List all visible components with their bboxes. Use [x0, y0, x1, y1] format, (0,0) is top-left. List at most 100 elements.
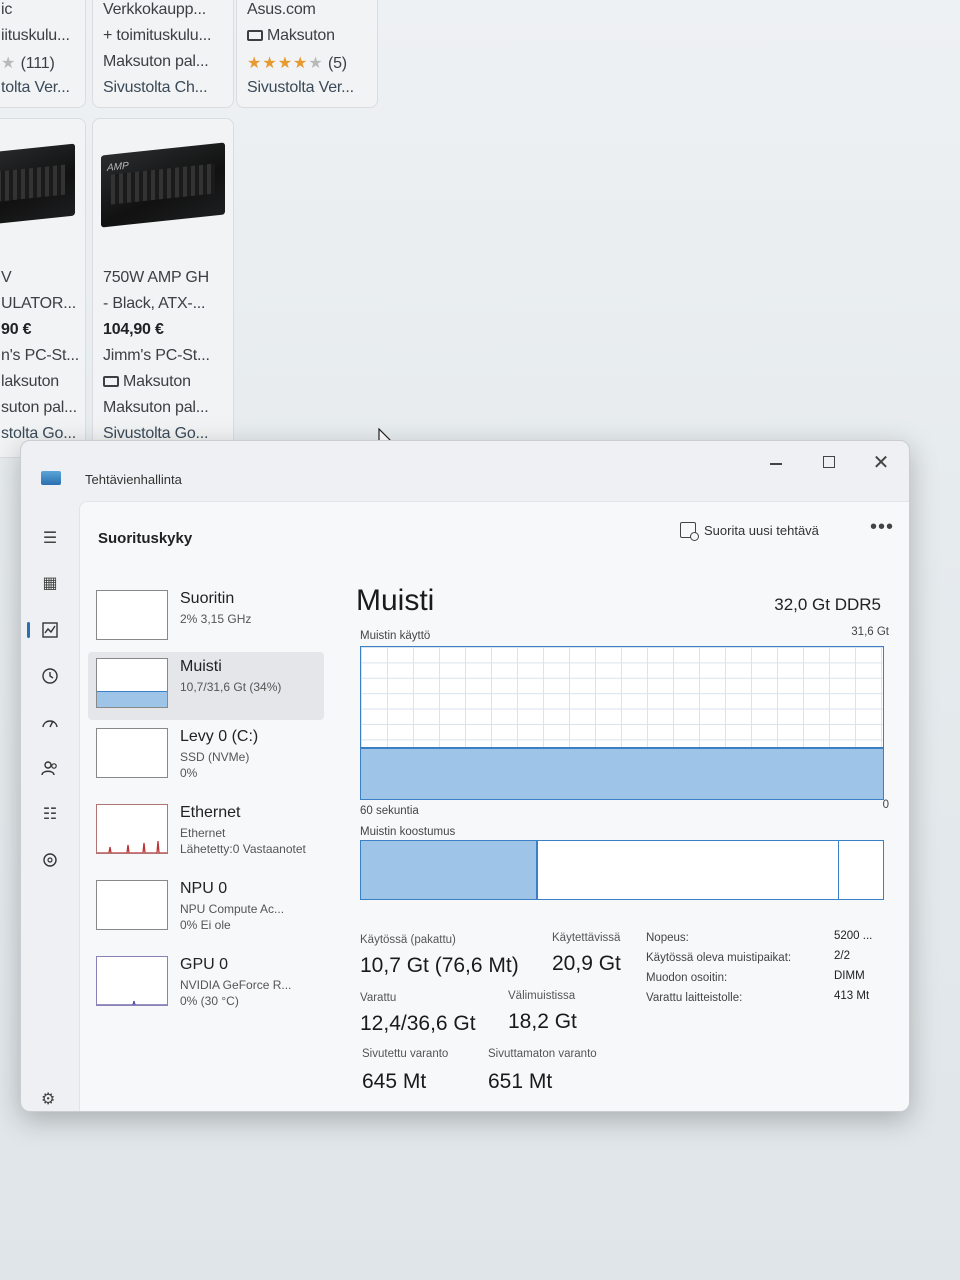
committed-label: Varattu [360, 992, 397, 1004]
slots-label: Käytössä oleva muistipaikat: [646, 952, 792, 964]
hardware-reserved-label: Varattu laitteistolle: [646, 992, 743, 1004]
cached-value: 18,2 Gt [508, 1010, 577, 1033]
minimize-button[interactable] [756, 447, 796, 477]
performance-icon[interactable] [27, 615, 65, 645]
card-shipping: Maksuton [247, 27, 335, 45]
hamburger-menu-icon[interactable]: ☰ [35, 523, 65, 553]
product-card[interactable]: AMP 750W AMP GH - Black, ATX-... 104,90 … [92, 118, 234, 458]
committed-value: 12,4/36,6 Gt [360, 1012, 476, 1035]
device-detail: Ethernet [180, 826, 226, 840]
card-title: - Black, ATX-... [103, 295, 206, 312]
card-rating: ★★★★★ (5) [247, 55, 347, 72]
device-name: GPU 0 [180, 956, 229, 973]
card-title[interactable]: 750W AMP GH [103, 269, 209, 287]
device-cpu[interactable]: Suoritin 2% 3,15 GHz [88, 584, 324, 652]
window-title: Tehtävienhallinta [85, 472, 182, 487]
card-store: Asus.com [247, 1, 316, 18]
truck-icon [103, 376, 119, 387]
truck-icon [247, 30, 263, 41]
shopping-results: ic iituskulu... ★ (111) tolta Ver... Ver… [0, 0, 400, 458]
device-npu[interactable]: NPU 0 NPU Compute Ac... 0% Ei ole [88, 874, 324, 942]
cached-label: Välimuistissa [508, 990, 576, 1002]
product-card[interactable]: Verkkokaupp... + toimituskulu... Maksuto… [92, 0, 234, 108]
device-usage: 0% [180, 766, 198, 780]
device-name: Levy 0 (C:) [180, 728, 259, 745]
card-source-link[interactable]: Sivustolta Ch... [103, 79, 208, 97]
graph-time-label: 60 sekuntia [360, 805, 419, 817]
device-detail: NVIDIA GeForce R... [180, 978, 292, 992]
card-returns: suton pal... [1, 399, 77, 416]
clock-history-icon [42, 668, 58, 684]
services-icon[interactable] [35, 845, 65, 875]
card-price: 90 € [1, 321, 32, 338]
card-title: ULATOR... [1, 295, 76, 312]
memory-spec: 32,0 Gt DDR5 [774, 595, 881, 614]
card-shipping: laksuton [1, 373, 59, 390]
users-group-icon [41, 761, 57, 776]
card-source-link[interactable]: Sivustolta Ver... [247, 79, 354, 97]
card-returns: Maksuton pal... [103, 53, 209, 70]
device-detail: 2% 3,15 GHz [180, 612, 252, 626]
device-ethernet[interactable]: Ethernet Ethernet Lähetetty:0 Vastaanote… [88, 798, 324, 866]
composition-standby [538, 841, 839, 899]
device-memory[interactable]: Muisti 10,7/31,6 Gt (34%) [88, 652, 324, 720]
device-name: NPU 0 [180, 880, 228, 897]
usage-graph-max: 31,6 Gt [851, 626, 889, 638]
card-returns: Maksuton pal... [103, 399, 209, 416]
product-card[interactable]: V ULATOR... 90 € n's PC-St... laksuton s… [0, 118, 86, 458]
cpu-mini-graph [96, 590, 168, 640]
settings-gear-icon[interactable]: ⚙ [41, 1089, 55, 1109]
card-shipping: + toimituskulu... [103, 27, 212, 44]
rating-stars-icon: ★ [1, 55, 17, 72]
form-factor-label: Muodon osoitin: [646, 972, 728, 984]
device-detail: 10,7/31,6 Gt (34%) [180, 680, 282, 694]
slots-value: 2/2 [834, 950, 850, 962]
card-shipping: Maksuton [103, 373, 191, 391]
maximize-button[interactable] [809, 447, 849, 477]
disk-mini-graph [96, 728, 168, 778]
close-button[interactable]: ✕ [861, 447, 901, 477]
memory-usage-fill [361, 747, 883, 799]
gpu-spike [97, 1000, 167, 1005]
puzzle-services-icon [43, 853, 57, 867]
card-line: iituskulu... [1, 27, 70, 44]
device-throughput: Lähetetty:0 Vastaanotet [180, 842, 306, 856]
hardware-reserved-value: 413 Mt [834, 990, 870, 1002]
device-gpu[interactable]: GPU 0 NVIDIA GeForce R... 0% (30 °C) [88, 950, 324, 1018]
composition-label: Muistin koostumus [360, 826, 456, 838]
product-image [0, 143, 75, 227]
processes-icon[interactable]: ▦ [35, 568, 65, 598]
details-list-icon[interactable]: ☷ [35, 799, 65, 829]
card-title: V [1, 269, 12, 286]
ethernet-spikes [97, 840, 167, 853]
speed-label: Nopeus: [646, 932, 689, 944]
speed-value: 5200 ... [834, 930, 873, 942]
product-card[interactable]: ic iituskulu... ★ (111) tolta Ver... [0, 0, 86, 108]
device-detail: NPU Compute Ac... [180, 902, 285, 916]
startup-apps-icon[interactable] [35, 707, 65, 737]
users-icon[interactable] [35, 753, 65, 783]
available-label: Käytettävissä [552, 932, 621, 944]
title-bar[interactable]: Tehtävienhallinta ✕ [21, 441, 909, 501]
paged-pool-value: 645 Mt [362, 1070, 427, 1093]
card-store: n's PC-St... [1, 347, 80, 364]
device-usage: 0% Ei ole [180, 918, 231, 932]
form-factor-value: DIMM [834, 970, 865, 982]
in-use-value: 10,7 Gt (76,6 Mt) [360, 954, 519, 977]
device-name: Muisti [180, 658, 222, 675]
graph-zero-label: 0 [882, 799, 889, 811]
card-source-link[interactable]: tolta Ver... [1, 79, 70, 97]
navigation-sidebar: ☰ ▦ ☷ ⚙ [21, 511, 81, 1111]
memory-mini-graph [96, 658, 168, 708]
composition-in-use [361, 841, 539, 899]
product-card[interactable]: Asus.com Maksuton ★★★★★ (5) Sivustolta V… [236, 0, 378, 108]
memory-usage-graph [360, 646, 884, 800]
app-history-icon[interactable] [35, 661, 65, 691]
device-disk[interactable]: Levy 0 (C:) SSD (NVMe) 0% [88, 722, 324, 790]
speedometer-icon [42, 720, 58, 728]
task-manager-app-icon [41, 471, 61, 485]
task-manager-window: Tehtävienhallinta ✕ ☰ ▦ ☷ ⚙ Suorituskyky… [20, 440, 910, 1112]
page-title: Suorituskyky [98, 530, 193, 547]
device-name: Suoritin [180, 590, 235, 607]
nonpaged-pool-label: Sivuttamaton varanto [488, 1048, 597, 1060]
